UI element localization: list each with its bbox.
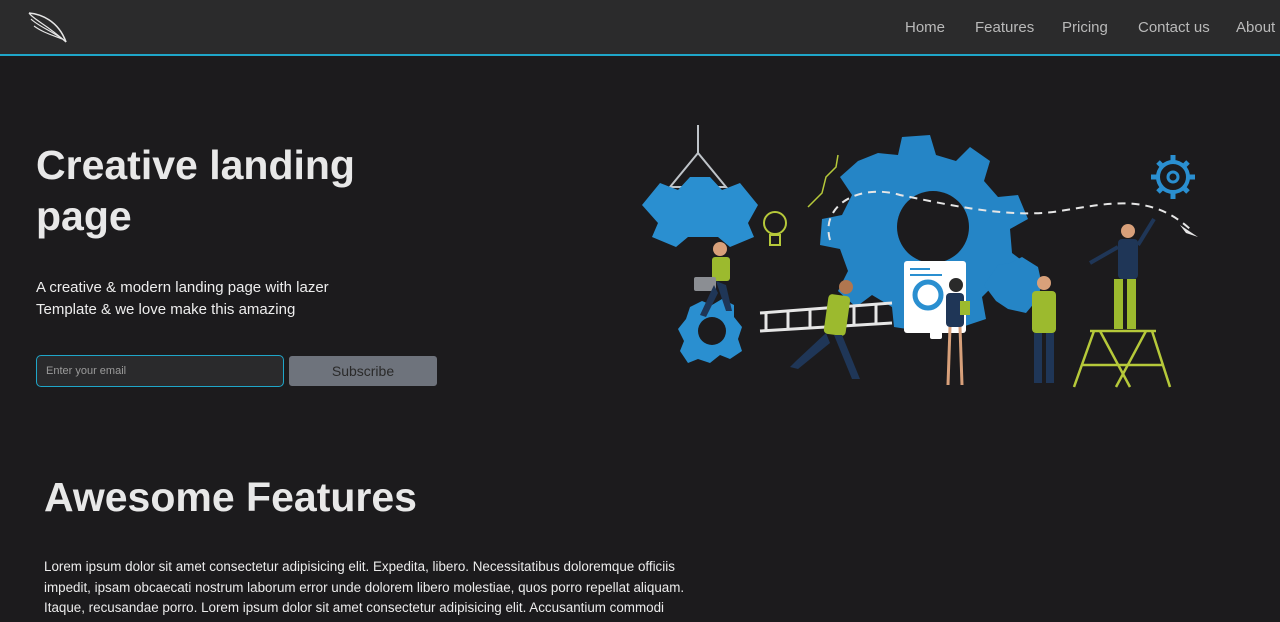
email-input[interactable]	[36, 355, 284, 387]
hero-title: Creative landing page	[36, 142, 355, 239]
subscribe-button[interactable]: Subscribe	[289, 356, 437, 386]
lightbulb-icon	[763, 211, 787, 246]
hero-subtitle: A creative & modern landing page with la…	[36, 279, 329, 318]
features-description: Lorem ipsum dolor sit amet consectetur a…	[44, 559, 685, 615]
gear-outline-icon	[1151, 155, 1195, 199]
nav-link-features[interactable]: Features	[975, 19, 1034, 36]
nav-link-contact[interactable]: Contact us	[1138, 19, 1210, 36]
nav-link-pricing[interactable]: Pricing	[1062, 19, 1108, 36]
navbar: Home Features Pricing Contact us About	[0, 0, 1280, 56]
features-title: Awesome Features	[44, 474, 417, 520]
man-holding-gear	[1032, 276, 1056, 383]
nav-link-home[interactable]: Home	[905, 19, 945, 36]
man-on-stand	[1089, 217, 1156, 329]
wing-logo-icon[interactable]	[26, 10, 70, 46]
nav-link-about[interactable]: About	[1236, 19, 1275, 36]
team-gears-illustration	[642, 125, 1198, 388]
stand	[1072, 329, 1172, 388]
